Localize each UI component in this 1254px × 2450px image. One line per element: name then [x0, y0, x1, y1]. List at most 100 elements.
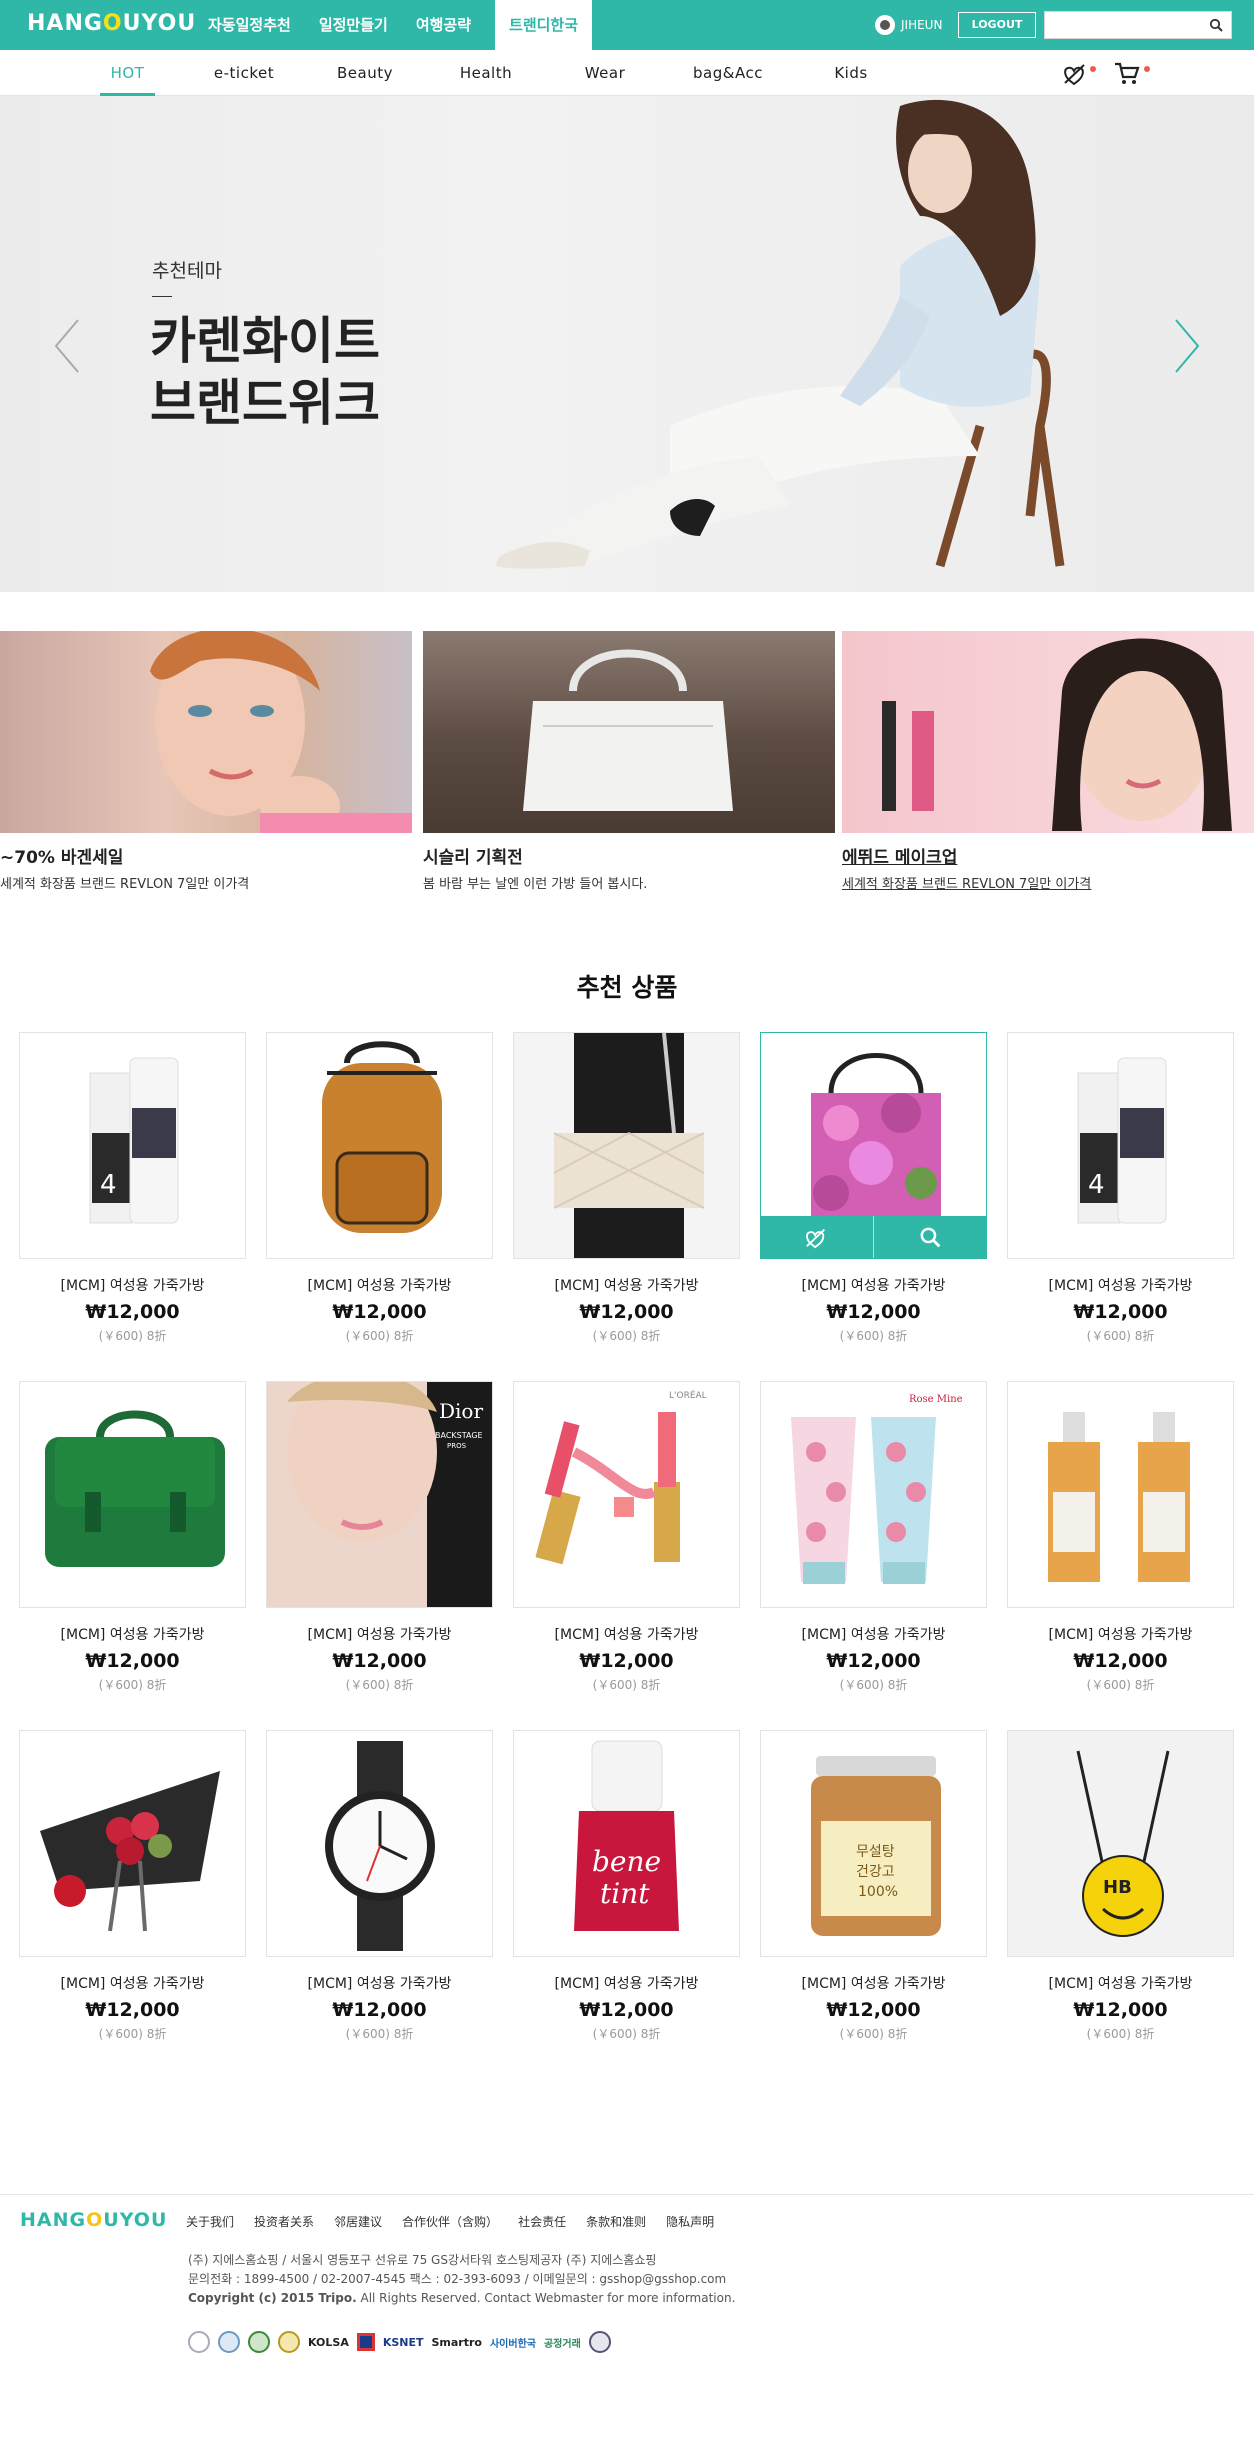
product-image[interactable]: Dior BACKSTAGE PROS [266, 1381, 493, 1608]
product-card[interactable]: [MCM] 여성용 가죽가방 ₩12,000 (￥600) 8折 [1007, 1381, 1234, 1693]
seal-badge [278, 2331, 300, 2353]
hero-next-arrow-icon[interactable] [1172, 318, 1202, 374]
product-image[interactable] [513, 1032, 740, 1259]
product-name[interactable]: [MCM] 여성용 가죽가방 [760, 1973, 987, 1993]
product-image[interactable]: Rose Mine [760, 1381, 987, 1608]
logout-button[interactable]: LOGOUT [958, 12, 1036, 38]
product-name[interactable]: [MCM] 여성용 가죽가방 [1007, 1275, 1234, 1295]
product-photo [514, 1033, 739, 1258]
product-name[interactable]: [MCM] 여성용 가죽가방 [1007, 1624, 1234, 1644]
product-name[interactable]: [MCM] 여성용 가죽가방 [760, 1624, 987, 1644]
promo-card-etude[interactable]: 에뛰드 메이크업 세계적 화장품 브랜드 REVLON 7일만 이가격 [842, 631, 1254, 892]
product-image[interactable] [266, 1730, 493, 1957]
product-image[interactable] [266, 1032, 493, 1259]
product-image[interactable] [760, 1032, 987, 1259]
footer-contact: 문의전화 : 1899-4500 / 02-2007-4545 팩스 : 02-… [188, 2272, 727, 2286]
product-image[interactable] [19, 1381, 246, 1608]
product-photo [325, 1741, 435, 1951]
product-price: ₩12,000 [85, 1650, 180, 1672]
wishlist-icon[interactable] [1062, 60, 1090, 86]
footer-link-terms[interactable]: 条款和准则 [586, 2213, 646, 2230]
footer-link-suggestions[interactable]: 邻居建议 [334, 2213, 382, 2230]
product-card[interactable]: [MCM] 여성용 가죽가방 ₩12,000 (￥600) 8折 [760, 1032, 987, 1344]
product-image[interactable]: bene tint [513, 1730, 740, 1957]
tab-hot[interactable]: HOT [100, 50, 155, 96]
search-icon[interactable] [1209, 18, 1223, 32]
tab-wear[interactable]: Wear [578, 50, 632, 96]
product-name[interactable]: [MCM] 여성용 가죽가방 [266, 1275, 493, 1295]
tab-beauty[interactable]: Beauty [330, 50, 400, 96]
footer-link-investor[interactable]: 投资者关系 [254, 2213, 314, 2230]
promo-card-sisley[interactable]: 시슬리 기획전 봄 바람 부는 날엔 이런 가방 들어 봅시다. [423, 631, 835, 892]
product-name[interactable]: [MCM] 여성용 가죽가방 [760, 1275, 987, 1295]
footer-link-partners[interactable]: 合作伙伴（含购） [402, 2213, 498, 2230]
hero-prev-arrow-icon[interactable] [52, 318, 82, 374]
product-image[interactable] [1007, 1381, 1234, 1608]
nav-make-schedule[interactable]: 일정만들기 [305, 0, 402, 50]
product-name[interactable]: [MCM] 여성용 가죽가방 [19, 1973, 246, 1993]
nav-auto-schedule[interactable]: 자동일정추천 [194, 0, 305, 50]
footer: HANGOUYOU 关于我们 投资者关系 邻居建议 合作伙伴（含购） 社会责任 … [0, 2194, 1254, 2450]
cart-icon[interactable] [1113, 60, 1143, 86]
nav-travel-guide[interactable]: 여행공략 [402, 0, 485, 50]
hero-banner[interactable]: 추천테마 카렌화이트 브랜드위크 [0, 96, 1254, 592]
product-card[interactable]: 무설탕 건강고 100% [MCM] 여성용 가죽가방 ₩12,000 (￥600)… [760, 1730, 987, 2042]
product-card[interactable]: Rose Mine [MCM] 여성용 가죽가방 ₩12,000 (￥600) … [760, 1381, 987, 1693]
promo-card-revlon[interactable]: ~70% 바겐세일 세계적 화장품 브랜드 REVLON 7일만 이가격 [0, 631, 412, 892]
product-card[interactable]: HB [MCM] 여성용 가죽가방 ₩12,000 (￥600) 8折 [1007, 1730, 1234, 2042]
product-price: ₩12,000 [826, 1650, 921, 1672]
product-sub-price: (￥600) 8折 [1086, 1329, 1155, 1343]
product-name[interactable]: [MCM] 여성용 가죽가방 [19, 1624, 246, 1644]
svg-text:HB: HB [1103, 1877, 1132, 1898]
seal-badge [248, 2331, 270, 2353]
footer-link-privacy[interactable]: 隐私声明 [666, 2213, 714, 2230]
product-name[interactable]: [MCM] 여성용 가죽가방 [513, 1624, 740, 1644]
product-name[interactable]: [MCM] 여성용 가죽가방 [266, 1624, 493, 1644]
product-image[interactable] [19, 1730, 246, 1957]
tab-health[interactable]: Health [452, 50, 520, 96]
product-card[interactable]: [MCM] 여성용 가죽가방 ₩12,000 (￥600) 8折 [513, 1032, 740, 1344]
product-image[interactable]: 무설탕 건강고 100% [760, 1730, 987, 1957]
quick-view-button[interactable] [874, 1216, 986, 1258]
product-card[interactable]: bene tint [MCM] 여성용 가죽가방 ₩12,000 (￥600) 8… [513, 1730, 740, 2042]
product-name[interactable]: [MCM] 여성용 가죽가방 [1007, 1973, 1234, 1993]
search-input[interactable] [1045, 12, 1195, 38]
logo[interactable]: HANGOUYOU [27, 11, 196, 36]
product-card[interactable]: Dior BACKSTAGE PROS [MCM] 여성용 가죽가방 ₩12,000… [266, 1381, 493, 1693]
product-card[interactable]: 4 [MCM] 여성용 가죽가방 ₩12,000 (￥600) 8折 [1007, 1032, 1234, 1344]
footer-link-about[interactable]: 关于我们 [186, 2213, 234, 2230]
product-image[interactable]: 4 [1007, 1032, 1234, 1259]
tab-kids[interactable]: Kids [826, 50, 876, 96]
product-image[interactable]: L'ORÉAL [513, 1381, 740, 1608]
product-card[interactable]: L'ORÉAL [MCM] 여성용 가죽가방 ₩12,000 (￥600) 8折 [513, 1381, 740, 1693]
product-price: ₩12,000 [579, 1301, 674, 1323]
product-name[interactable]: [MCM] 여성용 가죽가방 [266, 1973, 493, 1993]
section-title: 추천 상품 [576, 973, 678, 1002]
product-card[interactable]: [MCM] 여성용 가죽가방 ₩12,000 (￥600) 8折 [19, 1381, 246, 1693]
footer-link-social[interactable]: 社会责任 [518, 2213, 566, 2230]
product-photo: benetint [574, 1740, 679, 1931]
product-name[interactable]: [MCM] 여성용 가죽가방 [513, 1973, 740, 1993]
product-image[interactable]: HB [1007, 1730, 1234, 1957]
user-info[interactable]: JIHEUN [875, 15, 942, 35]
product-photo: 4 [89, 1057, 179, 1224]
footer-logo[interactable]: HANGOUYOU [20, 2209, 167, 2231]
wishlist-button[interactable] [761, 1216, 874, 1258]
product-card[interactable]: 4 [MCM] 여성용 가죽가방 ₩12,000 (￥600) 8折 [19, 1032, 246, 1344]
tab-e-ticket[interactable]: e-ticket [204, 50, 284, 96]
product-name[interactable]: [MCM] 여성용 가죽가방 [19, 1275, 246, 1295]
product-sub-price: (￥600) 8折 [1086, 1678, 1155, 1692]
product-image[interactable]: 4 [19, 1032, 246, 1259]
promo-title: ~70% 바겐세일 [0, 848, 124, 868]
product-card[interactable]: [MCM] 여성용 가죽가방 ₩12,000 (￥600) 8折 [266, 1032, 493, 1344]
product-name[interactable]: [MCM] 여성용 가죽가방 [513, 1275, 740, 1295]
promo-makeup-image [882, 638, 1232, 831]
product-price: ₩12,000 [826, 1999, 921, 2021]
product-sub-price: (￥600) 8折 [839, 1329, 908, 1343]
nav-trendy-korea[interactable]: 트랜디한국 [495, 0, 593, 50]
product-card[interactable]: [MCM] 여성용 가죽가방 ₩12,000 (￥600) 8折 [19, 1730, 246, 2042]
search-icon [920, 1227, 941, 1248]
footer-address: (주) 지에스홈쇼핑 / 서울시 영등포구 선유로 75 GS강서타워 호스팅제… [188, 2253, 657, 2267]
tab-bag-acc[interactable]: bag&Acc [688, 50, 768, 96]
product-card[interactable]: [MCM] 여성용 가죽가방 ₩12,000 (￥600) 8折 [266, 1730, 493, 2042]
